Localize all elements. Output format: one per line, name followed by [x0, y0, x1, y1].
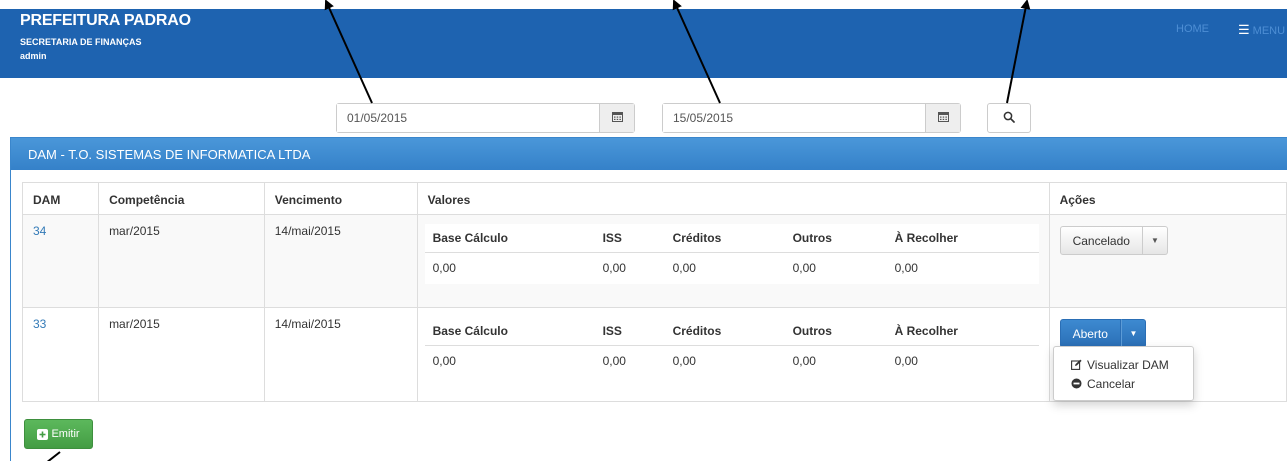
current-user: admin — [20, 51, 47, 61]
value-base: 0,00 — [424, 252, 595, 284]
menu-item-cancelar[interactable]: Cancelar — [1054, 374, 1193, 393]
caret-down-icon: ▼ — [1129, 329, 1138, 338]
search-icon — [1003, 111, 1015, 126]
dam-panel: DAM - T.O. SISTEMAS DE INFORMATICA LTDA … — [10, 137, 1287, 461]
menu-item-label: Visualizar DAM — [1087, 357, 1169, 372]
status-button-group: Aberto ▼ — [1059, 319, 1146, 348]
values-header-base: Base Cálculo — [424, 224, 595, 253]
nav-home-link[interactable]: HOME — [1176, 23, 1209, 35]
calendar-icon — [937, 111, 949, 125]
value-iss: 0,00 — [594, 345, 665, 377]
date-to-group — [662, 103, 961, 133]
status-dropdown-menu: Visualizar DAM Cancelar — [1053, 346, 1194, 401]
search-button[interactable] — [987, 103, 1031, 133]
emitir-label: Emitir — [51, 428, 80, 440]
values-header-creditos: Créditos — [664, 317, 785, 346]
brand-title[interactable]: PREFEITURA PADRAO — [20, 12, 191, 30]
status-button-cancelado[interactable]: Cancelado — [1059, 226, 1143, 255]
values-header-recolher: À Recolher — [886, 317, 1039, 346]
calendar-icon — [611, 111, 623, 125]
value-recolher: 0,00 — [886, 345, 1039, 377]
top-navbar: PREFEITURA PADRAO SECRETARIA DE FINANÇAS… — [0, 9, 1287, 78]
date-from-group — [336, 103, 635, 133]
value-outros: 0,00 — [784, 252, 887, 284]
menu-bars-icon: ☰ — [1238, 22, 1250, 37]
value-recolher: 0,00 — [886, 252, 1039, 284]
plus-square-icon — [37, 428, 49, 440]
values-header-iss: ISS — [594, 317, 665, 346]
values-header-outros: Outros — [784, 224, 887, 253]
emitir-button[interactable]: Emitir — [24, 419, 93, 449]
value-outros: 0,00 — [784, 345, 887, 377]
date-from-input[interactable] — [337, 104, 599, 132]
values-header-iss: ISS — [594, 224, 665, 253]
competencia-cell: mar/2015 — [98, 307, 265, 402]
nav-menu-label: MENU — [1252, 25, 1286, 37]
value-base: 0,00 — [424, 345, 595, 377]
values-header-base: Base Cálculo — [424, 317, 595, 346]
col-header-competencia: Competência — [98, 182, 265, 215]
date-from-calendar-button[interactable] — [599, 104, 634, 132]
caret-down-icon: ▼ — [1150, 236, 1159, 245]
value-creditos: 0,00 — [664, 252, 785, 284]
menu-item-visualizar-dam[interactable]: Visualizar DAM — [1054, 355, 1193, 374]
date-to-input[interactable] — [663, 104, 925, 132]
values-table: Base Cálculo ISS Créditos Outros À Recol… — [424, 224, 1039, 284]
panel-title: DAM - T.O. SISTEMAS DE INFORMATICA LTDA — [11, 138, 1287, 170]
col-header-dam: DAM — [21, 182, 100, 215]
value-creditos: 0,00 — [664, 345, 785, 377]
table-row: 34 mar/2015 14/mai/2015 Base Cálculo ISS… — [21, 214, 1287, 308]
date-to-calendar-button[interactable] — [925, 104, 960, 132]
col-header-vencimento: Vencimento — [263, 182, 418, 215]
values-header-outros: Outros — [784, 317, 887, 346]
value-iss: 0,00 — [594, 252, 665, 284]
col-header-valores: Valores — [416, 182, 1050, 215]
values-header-recolher: À Recolher — [886, 224, 1039, 253]
status-dropdown-toggle[interactable]: ▼ — [1120, 319, 1146, 348]
status-button-group: Cancelado ▼ — [1059, 226, 1168, 255]
vencimento-cell: 14/mai/2015 — [263, 214, 418, 308]
menu-item-label: Cancelar — [1087, 376, 1136, 391]
brand-subtitle: SECRETARIA DE FINANÇAS — [20, 37, 142, 47]
dam-number-link[interactable]: 34 — [33, 224, 46, 238]
competencia-cell: mar/2015 — [98, 214, 265, 308]
nav-menu-button[interactable]: ☰ MENU — [1238, 22, 1285, 38]
edit-icon — [1071, 359, 1083, 370]
vencimento-cell: 14/mai/2015 — [263, 307, 418, 402]
dam-number-link[interactable]: 33 — [33, 317, 46, 331]
values-table: Base Cálculo ISS Créditos Outros À Recol… — [424, 317, 1039, 377]
col-header-acoes: Ações — [1048, 182, 1287, 215]
status-dropdown-toggle[interactable]: ▼ — [1142, 226, 1168, 255]
minus-circle-icon — [1071, 378, 1083, 389]
values-header-creditos: Créditos — [664, 224, 785, 253]
status-button-aberto[interactable]: Aberto — [1059, 319, 1121, 348]
